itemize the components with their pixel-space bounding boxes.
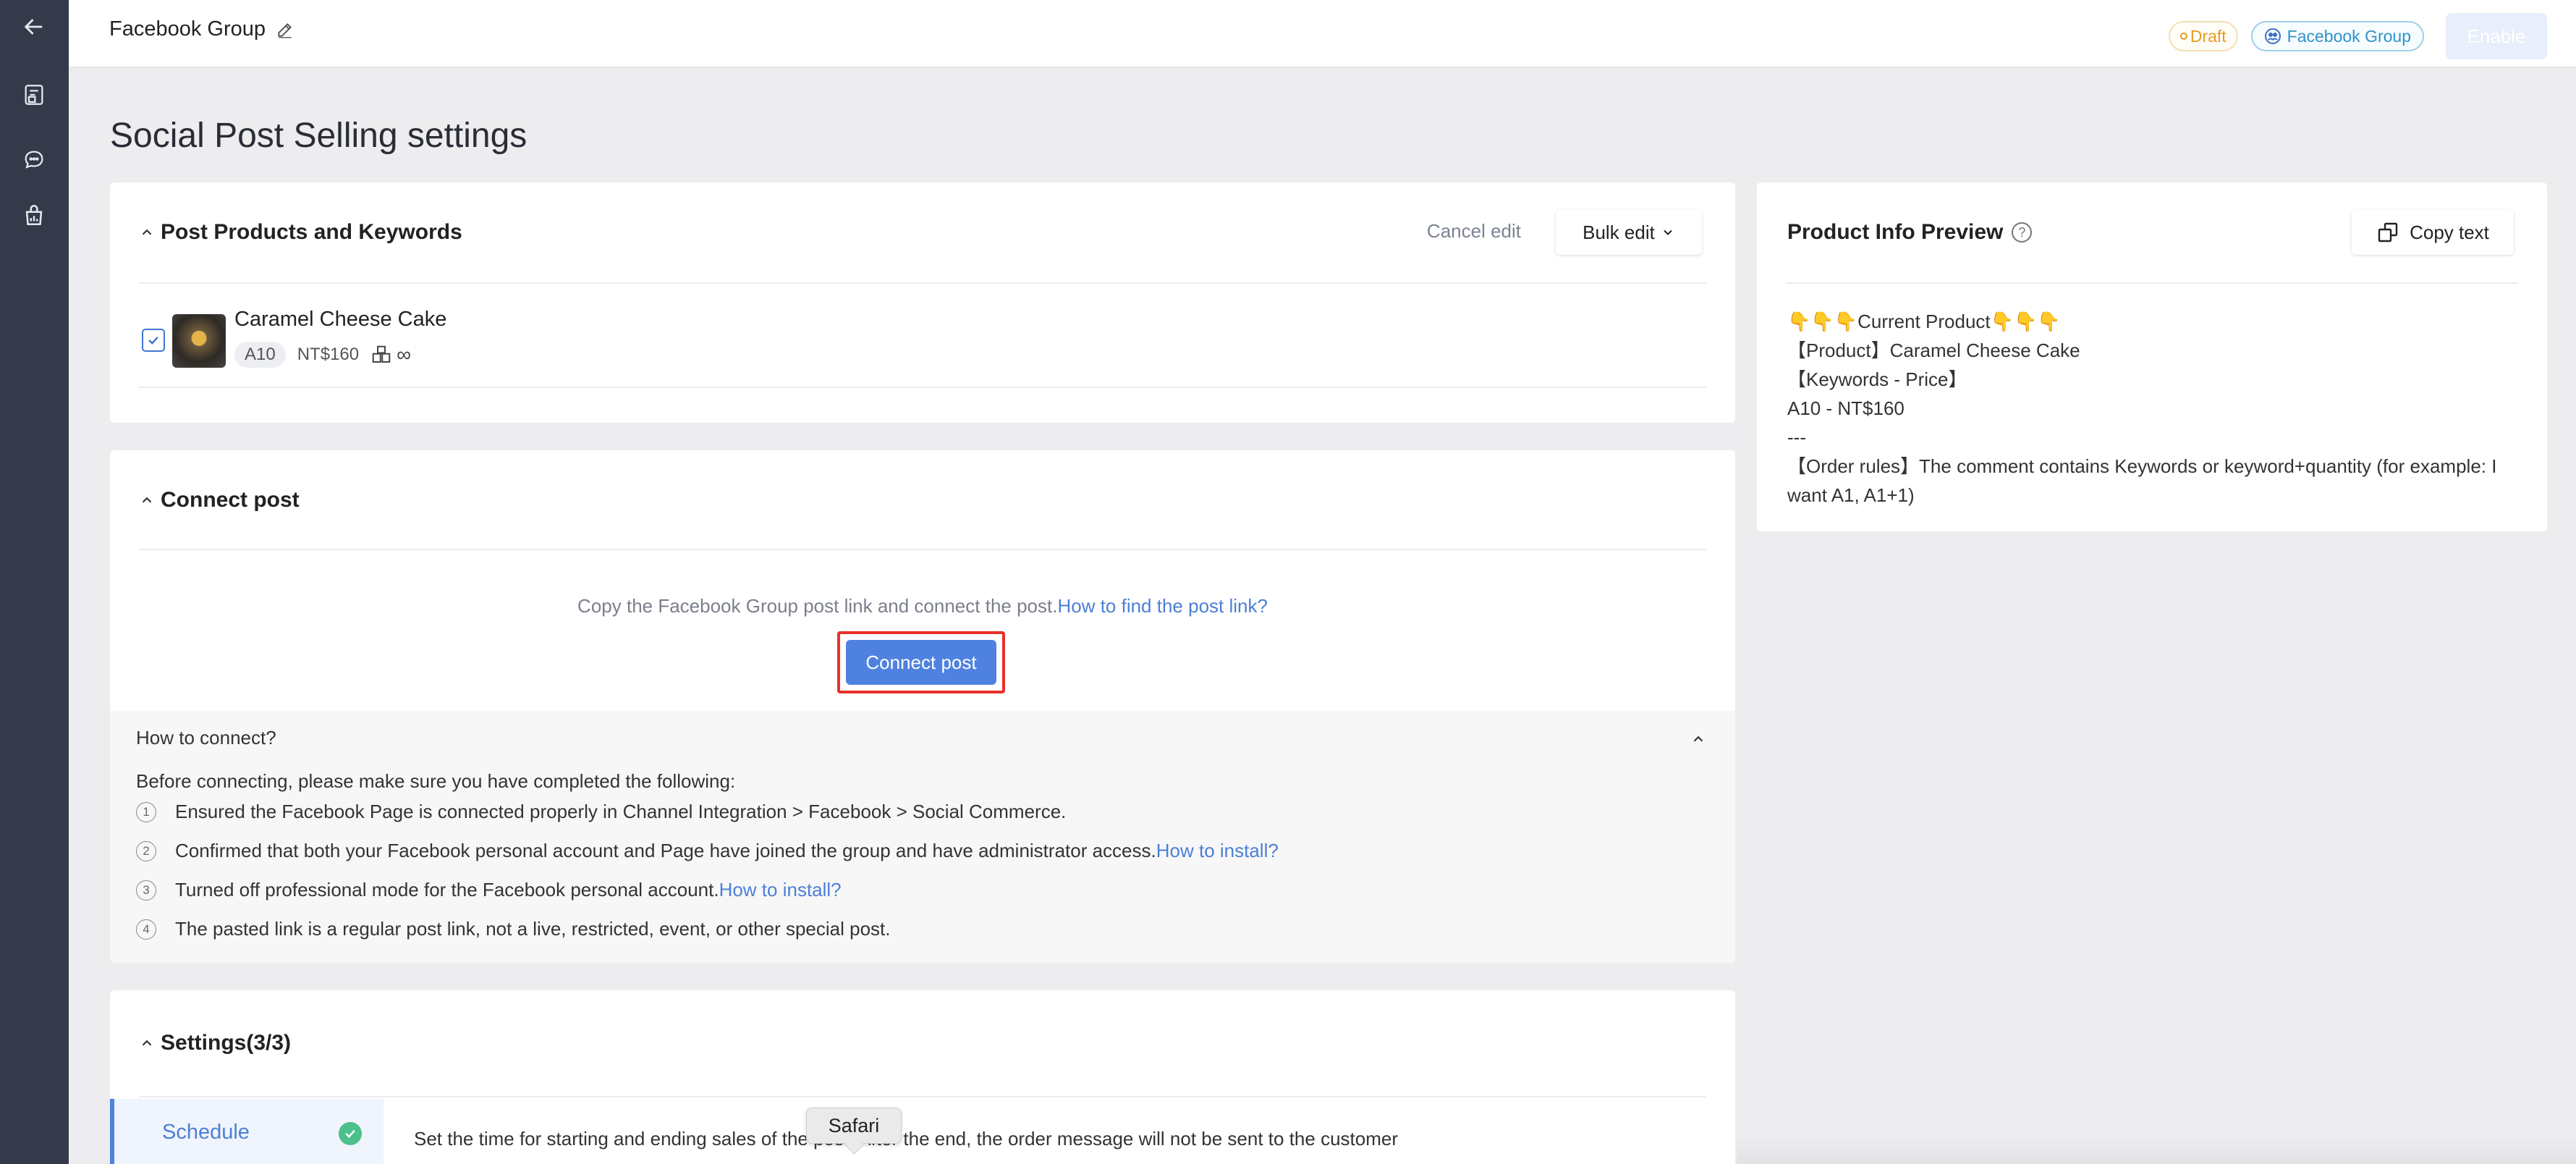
group-title-text: Facebook Group: [109, 17, 266, 41]
preview-line: 【Order rules】The comment contains Keywor…: [1787, 455, 2497, 506]
divider: [139, 387, 1706, 388]
divider: [1786, 282, 2518, 284]
connect-post-button[interactable]: Connect post: [846, 640, 996, 685]
preview-text: 👇👇👇Current Product👇👇👇 【Product】Caramel C…: [1787, 307, 2518, 510]
chevron-up-icon[interactable]: [1690, 731, 1706, 747]
product-thumbnail: [172, 314, 226, 368]
top-bar: Facebook Group Draft Facebook Group Enab…: [69, 0, 2576, 68]
connect-post-card: Connect post Copy the Facebook Group pos…: [110, 450, 1735, 963]
cancel-edit-link[interactable]: Cancel edit: [1427, 220, 1521, 242]
channel-badge: Facebook Group: [2250, 21, 2424, 51]
chevron-down-icon: [1664, 229, 1672, 235]
product-name: Caramel Cheese Cake: [234, 308, 447, 331]
schedule-description: Set the time for starting and ending sal…: [414, 1128, 1398, 1150]
divider: [139, 1096, 1706, 1097]
settings-card-header[interactable]: Settings(3/3): [139, 1031, 291, 1055]
settings-card: Settings(3/3) Schedule Set the time for …: [110, 990, 1735, 1164]
connect-card-header[interactable]: Connect post: [139, 488, 300, 513]
step-item: 1 Ensured the Facebook Page is connected…: [136, 801, 1066, 823]
connect-post-highlight: Connect post: [837, 631, 1005, 693]
step-number: 1: [136, 801, 156, 822]
product-info-preview-card: Product Info Preview ? Copy text 👇👇👇Curr…: [1757, 182, 2547, 531]
back-arrow-icon[interactable]: [16, 9, 52, 45]
help-icon[interactable]: ?: [2012, 222, 2033, 242]
connect-description: Copy the Facebook Group post link and co…: [577, 595, 1268, 617]
preview-line: A10 - NT$160: [1787, 397, 1905, 419]
bulk-edit-button[interactable]: Bulk edit: [1556, 210, 1702, 255]
pencil-edit-icon[interactable]: [276, 20, 295, 39]
status-badge-draft: Draft: [2168, 21, 2238, 51]
how-to-connect-panel: How to connect? Before connecting, pleas…: [110, 711, 1735, 963]
step-number: 4: [136, 919, 156, 940]
page-title: Social Post Selling settings: [110, 117, 528, 155]
group-title[interactable]: Facebook Group: [109, 17, 295, 41]
enable-button[interactable]: Enable: [2446, 13, 2547, 59]
chat-icon[interactable]: [16, 142, 52, 178]
find-post-link[interactable]: How to find the post link?: [1057, 595, 1268, 617]
chevron-up-icon: [142, 229, 152, 235]
draft-dot-icon: [2179, 33, 2187, 40]
how-to-install-link[interactable]: How to install?: [1156, 840, 1279, 862]
copy-icon: [2378, 222, 2398, 242]
divider: [139, 282, 1706, 284]
product-meta: A10 NT$160 ∞: [234, 342, 411, 368]
bottom-shadow: [1737, 1135, 2576, 1164]
check-circle-icon: [339, 1122, 362, 1145]
tab-schedule[interactable]: Schedule: [110, 1099, 384, 1164]
shop-analytics-icon[interactable]: [16, 197, 52, 233]
copy-text-button[interactable]: Copy text: [2352, 210, 2514, 255]
step-number: 2: [136, 840, 156, 861]
how-to-connect-lead: Before connecting, please make sure you …: [136, 770, 736, 792]
posts-icon[interactable]: [16, 77, 52, 113]
step-number: 3: [136, 880, 156, 901]
preview-line: 【Product】Caramel Cheese Cake: [1787, 340, 2080, 361]
products-card-header[interactable]: Post Products and Keywords: [139, 220, 462, 245]
products-card: Post Products and Keywords Cancel edit B…: [110, 182, 1735, 423]
product-checkbox[interactable]: [142, 329, 165, 352]
preview-line: ---: [1787, 426, 1806, 448]
inventory-icon: [372, 345, 391, 363]
keyword-tag: A10: [234, 342, 286, 368]
preview-title: Product Info Preview ?: [1787, 220, 2033, 245]
chevron-up-icon: [142, 1039, 152, 1046]
preview-line: 👇👇👇Current Product👇👇👇: [1787, 311, 2061, 332]
stock-quantity: ∞: [397, 343, 412, 366]
how-to-install-link[interactable]: How to install?: [719, 879, 842, 901]
divider: [139, 549, 1706, 550]
step-item: 4 The pasted link is a regular post link…: [136, 918, 891, 940]
facebook-group-icon: [2264, 28, 2281, 44]
check-icon: [148, 336, 158, 345]
chevron-up-icon: [142, 497, 152, 503]
preview-line: 【Keywords - Price】: [1787, 368, 1967, 390]
how-to-connect-title[interactable]: How to connect?: [136, 727, 276, 749]
left-rail: [0, 0, 69, 1164]
step-item: 2 Confirmed that both your Facebook pers…: [136, 840, 1279, 862]
product-price: NT$160: [297, 345, 360, 364]
step-item: 3 Turned off professional mode for the F…: [136, 879, 842, 901]
safari-tooltip: Safari: [806, 1108, 902, 1144]
